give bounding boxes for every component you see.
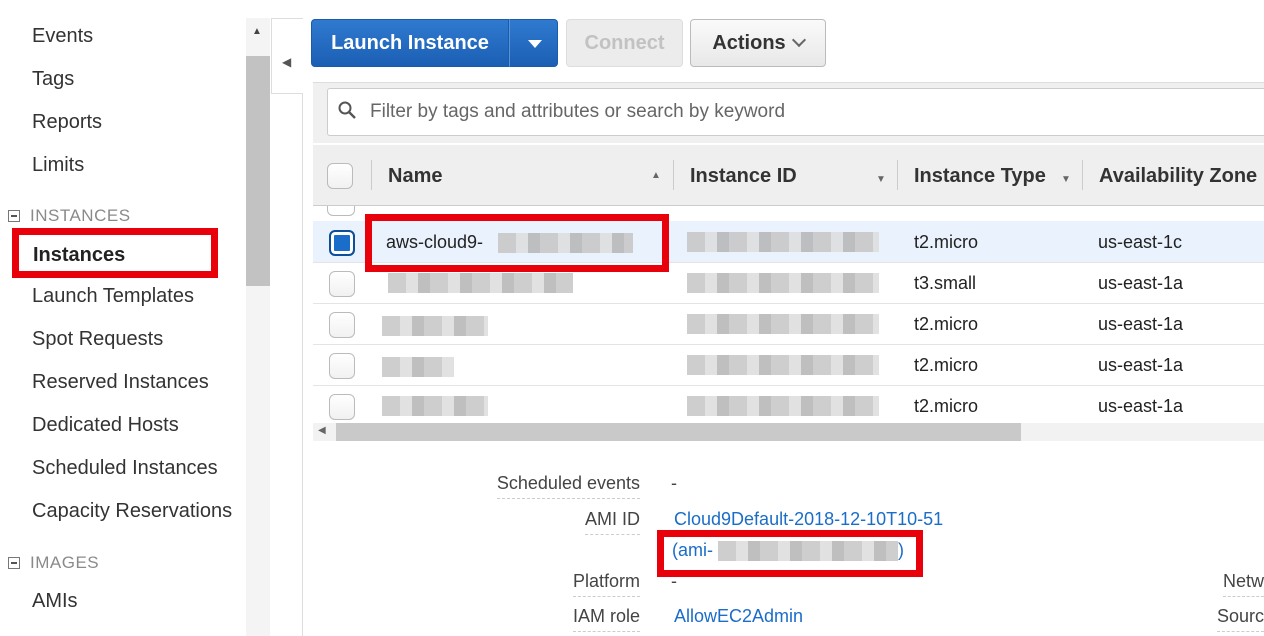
table-row[interactable]: t2.micro us-east-1a (313, 303, 1264, 345)
scheduled-events-value: - (671, 473, 677, 493)
platform-label: Platform (572, 571, 640, 597)
row-checkbox[interactable] (329, 312, 355, 338)
row-checkbox[interactable] (327, 206, 355, 216)
sidebar-item-limits[interactable]: Limits (32, 154, 84, 177)
column-separator (371, 160, 372, 190)
row-checkbox[interactable] (329, 394, 355, 420)
sidebar-item-reserved-instances[interactable]: Reserved Instances (32, 371, 209, 394)
scheduled-events-label: Scheduled events (496, 473, 640, 499)
row-checkbox[interactable] (329, 230, 355, 256)
ami-id-label-text: AMI ID (584, 509, 640, 529)
column-header-instance-type[interactable]: Instance Type (914, 165, 1046, 188)
availability-zone: us-east-1a (1098, 396, 1184, 416)
network-label: Netw (1222, 571, 1264, 597)
row-checkbox[interactable] (329, 271, 355, 297)
redacted-instance-id (687, 273, 879, 293)
platform-value: - (671, 571, 677, 591)
chevron-down-icon (791, 32, 806, 48)
collapse-icon[interactable] (8, 210, 20, 222)
instance-type: t2.micro (914, 232, 979, 252)
sidebar-nav: Events Tags Reports Limits INSTANCES Ins… (0, 0, 246, 636)
column-header-availability-zone[interactable]: Availability Zone (1099, 165, 1257, 188)
section-header-label: IMAGES (30, 553, 100, 572)
instance-type: t2.micro (914, 314, 979, 334)
column-header-name[interactable]: Name (388, 165, 442, 188)
table-row[interactable]: t2.micro us-east-1a (313, 344, 1264, 386)
column-separator (673, 160, 674, 190)
sidebar-item-events[interactable]: Events (32, 25, 93, 48)
source-label-text: Sourc (1216, 606, 1264, 626)
scroll-up-arrow-icon[interactable]: ▲ (252, 26, 262, 37)
redacted-name (382, 357, 454, 377)
section-header-label: INSTANCES (30, 206, 131, 225)
section-header-instances[interactable]: INSTANCES (8, 206, 131, 226)
collapse-icon[interactable] (8, 557, 20, 569)
redacted-instance-id (687, 314, 879, 334)
column-separator (1082, 160, 1083, 190)
column-header-instance-id[interactable]: Instance ID (690, 165, 797, 188)
sidebar-item-scheduled-instances[interactable]: Scheduled Instances (32, 457, 218, 480)
redacted-instance-id (687, 232, 879, 252)
table-scrollbar-thumb[interactable] (336, 423, 1021, 441)
sidebar-scrollbar-thumb[interactable] (246, 56, 270, 286)
sort-desc-icon[interactable]: ▼ (1061, 174, 1071, 185)
redacted-instance-id (687, 396, 879, 416)
actions-label: Actions (712, 31, 786, 54)
availability-zone: us-east-1a (1098, 273, 1184, 293)
highlight-box (657, 530, 923, 577)
select-all-checkbox[interactable] (327, 163, 353, 189)
sidebar-item-tags[interactable]: Tags (32, 68, 74, 91)
search-placeholder: Filter by tags and attributes or search … (370, 101, 786, 122)
sidebar-item-instances-active[interactable]: Instances (12, 228, 218, 278)
launch-instance-button[interactable]: Launch Instance (311, 19, 509, 67)
instance-type: t2.micro (914, 355, 979, 375)
sidebar-item-launch-templates[interactable]: Launch Templates (32, 285, 194, 308)
instance-type: t2.micro (914, 396, 979, 416)
availability-zone: us-east-1a (1098, 355, 1184, 375)
sidebar-item-reports[interactable]: Reports (32, 111, 102, 134)
row-checkbox[interactable] (329, 353, 355, 379)
availability-zone: us-east-1a (1098, 314, 1184, 334)
iam-role-label: IAM role (572, 606, 640, 632)
network-label-text: Netw (1222, 571, 1264, 591)
sort-desc-icon[interactable]: ▼ (876, 174, 886, 185)
iam-role-label-text: IAM role (572, 606, 640, 626)
sidebar-item-dedicated-hosts[interactable]: Dedicated Hosts (32, 414, 179, 437)
ami-id-link[interactable]: Cloud9Default-2018-12-10T10-51 (674, 509, 943, 530)
sidebar-item-amis[interactable]: AMIs (32, 590, 78, 613)
search-icon (338, 101, 356, 119)
table-row[interactable]: t2.micro us-east-1a (313, 385, 1264, 427)
sidebar-item-label: Instances (33, 244, 126, 266)
platform-label-text: Platform (572, 571, 640, 591)
scroll-left-arrow-icon[interactable]: ◀ (318, 425, 326, 436)
collapse-sidebar-button[interactable]: ◀ (271, 18, 303, 94)
chevron-left-icon: ◀ (282, 55, 292, 69)
launch-instance-dropdown-button[interactable] (509, 19, 558, 67)
connect-button[interactable]: Connect (566, 19, 683, 67)
sidebar-item-capacity-reservations[interactable]: Capacity Reservations (32, 500, 232, 523)
section-header-images[interactable]: IMAGES (8, 553, 99, 573)
redacted-name (382, 316, 488, 336)
redacted-name (388, 273, 573, 293)
iam-role-link[interactable]: AllowEC2Admin (674, 606, 803, 627)
scheduled-events-label-text: Scheduled events (496, 473, 640, 493)
sidebar-item-spot-requests[interactable]: Spot Requests (32, 328, 163, 351)
table-row[interactable]: t3.small us-east-1a (313, 262, 1264, 304)
actions-button[interactable]: Actions (690, 19, 826, 67)
availability-zone: us-east-1c (1098, 232, 1183, 252)
redacted-name (382, 396, 488, 416)
instance-type: t3.small (914, 273, 977, 293)
ami-id-label: AMI ID (584, 509, 640, 535)
divider (302, 94, 303, 636)
sort-asc-icon[interactable]: ▲ (651, 170, 661, 181)
column-separator (897, 160, 898, 190)
source-label: Sourc (1216, 606, 1264, 632)
redacted-instance-id (687, 355, 879, 375)
